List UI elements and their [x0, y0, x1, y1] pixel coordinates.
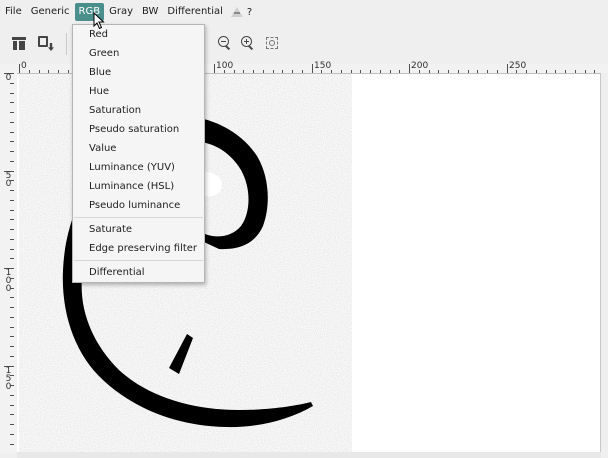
zoom-out-icon[interactable] [214, 33, 236, 55]
ruler-label: 50 [5, 171, 12, 189]
menu-option-pseudo-luminance[interactable]: Pseudo luminance [73, 196, 204, 215]
menu-option-saturation[interactable]: Saturation [73, 101, 204, 120]
ruler-label: 100 [216, 61, 234, 71]
ruler-vertical: 0 50 100 150 [0, 73, 17, 453]
menu-option-luminance-yuv[interactable]: Luminance (YUV) [73, 158, 204, 177]
menu-file[interactable]: File [1, 3, 26, 21]
zoom-fit-icon[interactable] [262, 33, 284, 55]
ruler-label: 0 [21, 61, 27, 71]
menu-option-saturate[interactable]: Saturate [73, 220, 204, 239]
menu-generic[interactable]: Generic [27, 3, 74, 21]
ruler-tick [10, 112, 14, 113]
ruler-tick [10, 190, 14, 191]
ruler-tick [10, 210, 14, 211]
ruler-label: 100 [5, 268, 12, 294]
ruler-tick [10, 346, 14, 347]
ruler-tick [10, 200, 14, 201]
horizontal-scrollbar[interactable] [17, 452, 601, 458]
ruler-tick [10, 327, 14, 328]
ruler-tick [10, 161, 14, 162]
rgb-dropdown-menu: Red Green Blue Hue Saturation Pseudo sat… [72, 24, 205, 283]
ruler-tick [10, 239, 14, 240]
ruler-tick [10, 395, 14, 396]
menu-option-luminance-hsl[interactable]: Luminance (HSL) [73, 177, 204, 196]
menu-bar: File Generic RGB Gray BW Differential ? [0, 0, 608, 24]
ruler-tick [10, 356, 14, 357]
zoom-in-icon[interactable] [237, 33, 259, 55]
ruler-tick [214, 64, 215, 73]
toolbar-separator [66, 33, 67, 55]
menu-option-edge-preserving-filter[interactable]: Edge preserving filter [73, 239, 204, 258]
ruler-tick [10, 219, 14, 220]
ruler-label: 250 [509, 61, 527, 71]
ruler-tick [10, 122, 14, 123]
ruler-label: 0 [5, 73, 12, 83]
menu-option-hue[interactable]: Hue [73, 82, 204, 101]
ruler-tick [10, 258, 14, 259]
ruler-tick [19, 64, 20, 73]
ruler-tick [10, 414, 14, 415]
ruler-tick [507, 64, 508, 73]
menu-gray[interactable]: Gray [105, 3, 137, 21]
ruler-tick [10, 229, 14, 230]
ruler-tick [409, 64, 410, 73]
ruler-label: 150 [5, 366, 12, 392]
ruler-tick [10, 307, 14, 308]
about-icon [231, 7, 243, 17]
ruler-tick [10, 297, 14, 298]
menu-separator [74, 217, 203, 218]
open-icon[interactable] [9, 33, 31, 55]
ruler-tick [10, 405, 14, 406]
ruler-tick [10, 132, 14, 133]
menu-differential[interactable]: Differential [163, 3, 227, 21]
ruler-tick [10, 336, 14, 337]
ruler-tick [10, 141, 14, 142]
menu-bw[interactable]: BW [138, 3, 162, 21]
menu-help-label: ? [246, 6, 253, 18]
menu-separator [74, 260, 203, 261]
menu-option-value[interactable]: Value [73, 139, 204, 158]
menu-option-differential[interactable]: Differential [73, 263, 204, 282]
ruler-tick [10, 249, 14, 250]
ruler-tick [312, 64, 313, 73]
ruler-tick [10, 434, 14, 435]
menu-option-green[interactable]: Green [73, 44, 204, 63]
ruler-tick [10, 151, 14, 152]
ruler-tick [10, 93, 14, 94]
ruler-label: 150 [314, 61, 332, 71]
menu-option-pseudo-saturation[interactable]: Pseudo saturation [73, 120, 204, 139]
ruler-tick [10, 424, 14, 425]
ruler-tick [10, 444, 14, 445]
export-icon[interactable] [35, 33, 57, 55]
mouse-cursor-icon [93, 12, 105, 30]
menu-help[interactable]: ? [227, 7, 256, 18]
ruler-tick [10, 102, 14, 103]
menu-option-blue[interactable]: Blue [73, 63, 204, 82]
ruler-tick [10, 83, 14, 84]
ruler-label: 200 [411, 61, 429, 71]
ruler-tick [10, 317, 14, 318]
